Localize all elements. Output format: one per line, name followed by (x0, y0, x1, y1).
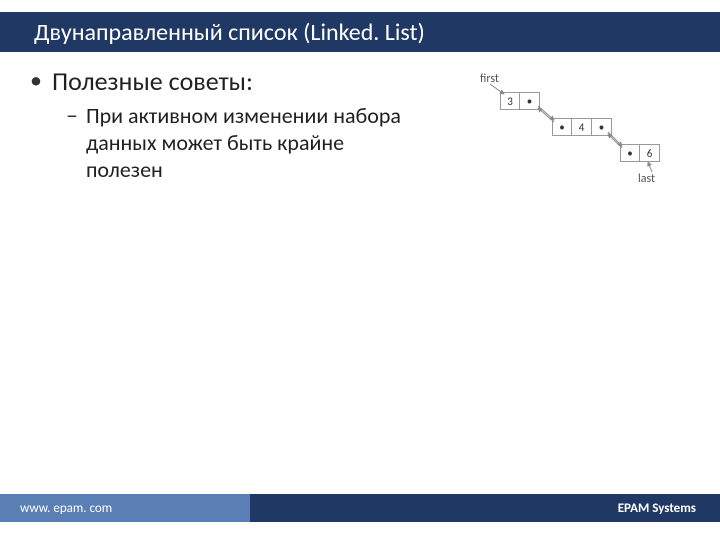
slide: Двунаправленный список (Linked. List) • … (0, 0, 720, 540)
node-value: 3 (500, 92, 520, 110)
bullet-level2: – При активном изменении набора данных м… (66, 102, 410, 183)
last-label: last (638, 172, 655, 186)
node-prev-pointer: • (552, 118, 572, 136)
slide-title: Двунаправленный список (Linked. List) (34, 18, 425, 47)
node-value: 4 (572, 118, 592, 136)
node-next-pointer: • (520, 92, 540, 110)
bullet-level2-text: При активном изменении набора данных мож… (86, 102, 410, 183)
body-text: • Полезные советы: – При активном измене… (30, 66, 410, 183)
title-bar: Двунаправленный список (Linked. List) (0, 12, 720, 52)
first-label: first (480, 72, 499, 86)
linked-list-diagram: first 3 • • 4 • • 6 last (480, 72, 690, 212)
node-prev-pointer: • (620, 144, 640, 162)
list-node: • 4 • (552, 118, 612, 136)
bullet-dash-icon: – (66, 102, 78, 130)
footer-url: www. epam. com (0, 494, 250, 522)
node-value: 6 (640, 144, 660, 162)
node-next-pointer: • (592, 118, 612, 136)
list-node: 3 • (500, 92, 540, 110)
bullet-level1: • Полезные советы: (30, 66, 410, 96)
bullet-level1-text: Полезные советы: (52, 66, 253, 96)
bullet-dot-icon: • (30, 66, 42, 96)
list-node: • 6 (620, 144, 660, 162)
footer: www. epam. com EPAM Systems (0, 494, 720, 522)
footer-brand: EPAM Systems (250, 494, 720, 522)
